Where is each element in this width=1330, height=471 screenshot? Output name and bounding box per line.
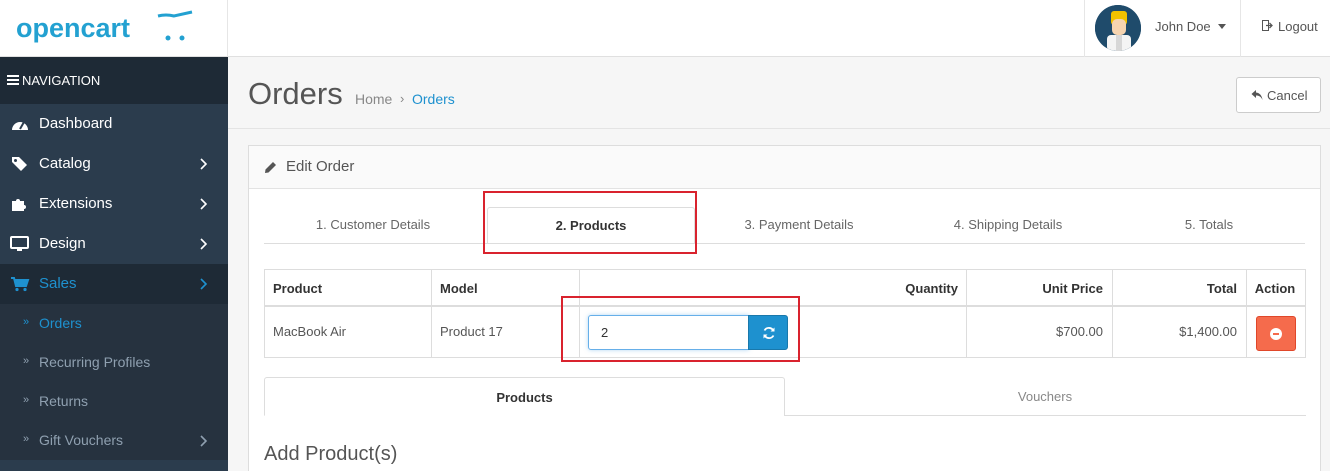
page-header-divider	[228, 128, 1330, 129]
cart-icon	[11, 277, 30, 292]
monitor-icon	[10, 236, 29, 251]
top-header: opencart John Doe Logout	[0, 0, 1330, 57]
column-header-product: Product	[273, 281, 323, 296]
minus-circle-icon	[1270, 328, 1282, 340]
breadcrumb-home[interactable]: Home	[355, 91, 392, 107]
sidebar-item-label: Extensions	[39, 195, 113, 212]
subtab-vouchers[interactable]: Vouchers	[784, 377, 1306, 416]
dashboard-icon	[12, 121, 28, 130]
chevron-right-icon	[200, 238, 208, 250]
chevron-right-icon	[200, 435, 208, 447]
tab-customer-details[interactable]: 1. Customer Details	[264, 207, 482, 244]
panel-heading: Edit Order	[249, 146, 1320, 189]
reply-icon	[1251, 90, 1263, 100]
tab-payment-details[interactable]: 3. Payment Details	[695, 207, 903, 244]
sidebar-item-extensions[interactable]: Extensions	[0, 184, 228, 224]
page-title: Orders	[248, 76, 343, 111]
caret-down-icon	[1218, 24, 1226, 29]
logo-text: opencart	[16, 13, 130, 43]
sidebar-subitem-returns[interactable]: » Returns	[0, 382, 228, 421]
sidebar-item-label: Sales	[39, 275, 77, 292]
cancel-button[interactable]: Cancel	[1236, 77, 1321, 113]
double-angle-right-icon: »	[23, 355, 30, 367]
sign-out-icon[interactable]	[1262, 20, 1273, 31]
sidebar-item-design[interactable]: Design	[0, 224, 228, 264]
column-header-action: Action	[1254, 281, 1296, 296]
avatar[interactable]	[1095, 5, 1141, 51]
tags-icon	[12, 157, 27, 171]
subtabs-divider	[784, 415, 1306, 416]
navigation-heading: NAVIGATION	[0, 57, 228, 104]
sidebar-item-label: Dashboard	[39, 115, 113, 132]
sidebar-item-dashboard[interactable]: Dashboard	[0, 104, 228, 144]
tab-shipping-details[interactable]: 4. Shipping Details	[903, 207, 1113, 244]
highlight-box-quantity	[561, 296, 800, 362]
tabs-divider	[264, 243, 1305, 244]
breadcrumb-separator: ›	[400, 91, 405, 106]
column-header-total: Total	[1206, 281, 1237, 296]
cancel-button-label: Cancel	[1267, 88, 1308, 103]
cell-total: $1,400.00	[1179, 324, 1237, 339]
sidebar-subitem-label: Recurring Profiles	[39, 354, 151, 370]
sidebar-item-label: Catalog	[39, 155, 91, 172]
column-divider	[431, 270, 432, 358]
remove-product-button[interactable]	[1256, 316, 1296, 351]
user-dropdown[interactable]: John Doe	[1084, 0, 1241, 57]
panel-title: Edit Order	[286, 158, 355, 175]
logo-area[interactable]: opencart	[0, 0, 228, 57]
user-name[interactable]: John Doe	[1155, 19, 1211, 34]
bars-icon	[7, 75, 19, 85]
highlight-box-products-tab	[483, 191, 697, 254]
cell-unit-price: $700.00	[1056, 324, 1103, 339]
double-angle-right-icon: »	[23, 316, 30, 328]
double-angle-right-icon: »	[23, 394, 30, 406]
chevron-right-icon	[200, 158, 208, 170]
add-products-heading: Add Product(s)	[264, 443, 398, 465]
sidebar-subitem-orders[interactable]: » Orders	[0, 304, 228, 343]
double-angle-right-icon: »	[23, 433, 30, 445]
sidebar: NAVIGATION Dashboard Catalog Extensions …	[0, 57, 228, 471]
subtab-products[interactable]: Products	[264, 377, 785, 416]
column-header-model: Model	[440, 281, 478, 296]
cell-model: Product 17	[440, 324, 503, 339]
sidebar-subitem-gift-vouchers[interactable]: » Gift Vouchers	[0, 421, 228, 460]
sidebar-item-catalog[interactable]: Catalog	[0, 144, 228, 184]
breadcrumb-orders[interactable]: Orders	[412, 91, 455, 107]
sidebar-subitem-recurring-profiles[interactable]: » Recurring Profiles	[0, 343, 228, 382]
logout-link[interactable]: Logout	[1278, 19, 1318, 34]
chevron-right-icon	[200, 198, 208, 210]
avatar-image	[1095, 5, 1141, 51]
sidebar-item-sales[interactable]: Sales	[0, 264, 228, 304]
cell-product-name: MacBook Air	[273, 324, 346, 339]
sidebar-subitem-label: Returns	[39, 393, 89, 409]
opencart-logo[interactable]: opencart	[16, 10, 196, 46]
sidebar-subitem-label: Orders	[39, 315, 82, 331]
chevron-right-icon	[200, 278, 208, 290]
sidebar-subitem-label: Gift Vouchers	[39, 432, 124, 448]
column-header-unit-price: Unit Price	[1042, 281, 1103, 296]
navigation-heading-label: NAVIGATION	[22, 73, 101, 88]
column-divider	[1246, 270, 1247, 358]
sidebar-item-label: Design	[39, 235, 86, 252]
pencil-icon	[265, 162, 276, 173]
puzzle-icon	[12, 199, 26, 211]
tab-totals[interactable]: 5. Totals	[1113, 207, 1305, 244]
